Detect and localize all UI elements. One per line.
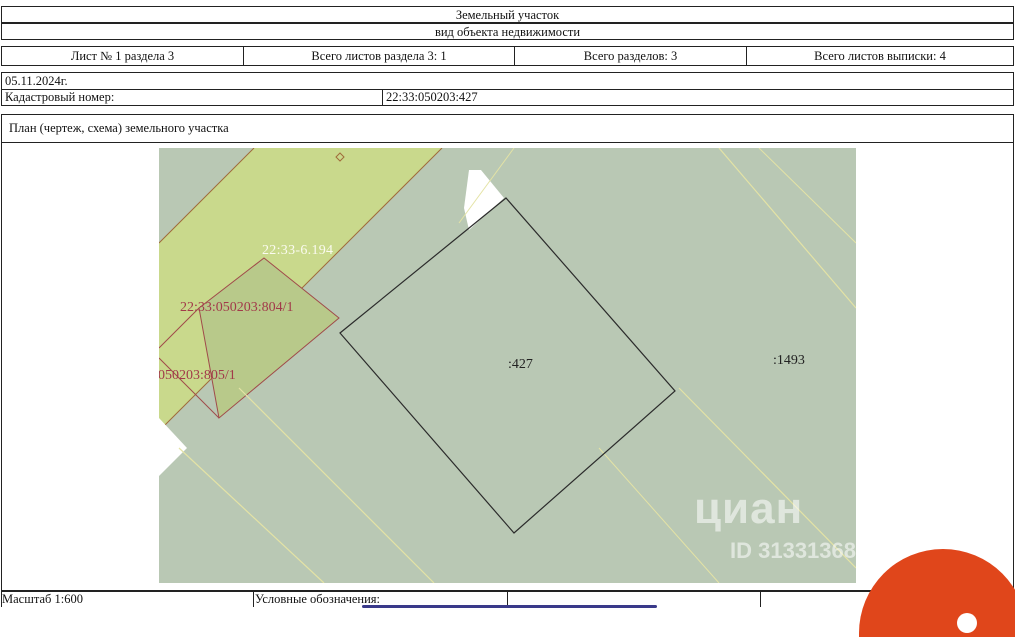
watermark-id: ID 313313687 <box>730 538 869 563</box>
header-subtitle-row: вид объекта недвижимости <box>1 23 1014 40</box>
total-sections: Всего разделов: 3 <box>583 48 678 63</box>
sheet-info-row: Лист № 1 раздела 3 Всего листов раздела … <box>1 46 1014 66</box>
document-title: Земельный участок <box>455 8 560 22</box>
total-sheets-extract-cell: Всего листов выписки: 4 <box>746 47 1013 65</box>
total-sections-cell: Всего разделов: 3 <box>514 47 746 65</box>
label-parcel-804: 22:33:050203:804/1 <box>180 300 294 315</box>
cadastral-row: Кадастровый номер: 22:33:050203:427 <box>1 89 1014 106</box>
date-row: 05.11.2024г. <box>1 72 1014 90</box>
cadastral-label: Кадастровый номер: <box>5 90 115 104</box>
label-parcel-805: 050203:805/1 <box>159 368 236 383</box>
sheet-number-cell: Лист № 1 раздела 3 <box>2 47 243 65</box>
cian-watermark: циан ID 313313687 <box>694 484 868 563</box>
plan-title: План (чертеж, схема) земельного участка <box>9 121 229 135</box>
total-sheets-section: Всего листов раздела 3: 1 <box>311 48 447 63</box>
document-subtitle: вид объекта недвижимости <box>434 25 581 39</box>
label-road-zone: 22:33-6.194 <box>262 243 334 258</box>
total-sheets-section-cell: Всего листов раздела 3: 1 <box>243 47 514 65</box>
document-date: 05.11.2024г. <box>5 74 68 88</box>
label-parcel-427: :427 <box>508 357 533 372</box>
sheet-number: Лист № 1 раздела 3 <box>70 48 175 63</box>
cadastral-number: 22:33:050203:427 <box>386 90 478 104</box>
watermark-brand: циан <box>694 484 804 533</box>
cian-logo-icon <box>957 613 977 633</box>
footer-row: Масштаб 1:600 Условные обозначения: <box>1 591 1014 608</box>
label-parcel-1493: :1493 <box>773 353 805 368</box>
total-sheets-extract: Всего листов выписки: 4 <box>814 48 946 63</box>
plan-title-row: План (чертеж, схема) земельного участка <box>1 114 1014 143</box>
map-scale: Масштаб 1:600 <box>2 592 83 606</box>
header-title-row: Земельный участок <box>1 6 1014 23</box>
